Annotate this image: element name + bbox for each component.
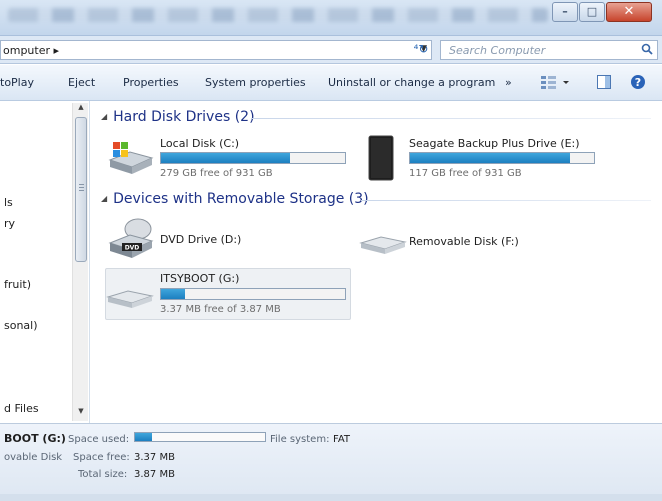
preview-pane-icon[interactable]	[596, 74, 612, 93]
nav-item[interactable]: sonal)	[4, 319, 38, 332]
file-system-label: File system:	[270, 434, 330, 445]
scroll-down-icon[interactable]: ▼	[73, 407, 89, 421]
grip-icon	[79, 184, 84, 193]
drive-usage-fill	[410, 153, 571, 163]
drive-usage-fill	[161, 153, 290, 163]
nav-item[interactable]: d Files	[4, 402, 39, 415]
removable-disk-icon	[106, 283, 154, 314]
hard-drive-windows-icon	[106, 140, 154, 181]
maximize-button[interactable]: □	[579, 2, 605, 22]
external-drive-icon	[367, 134, 395, 185]
scroll-thumb[interactable]	[75, 117, 87, 262]
drive-name: Removable Disk (F:)	[409, 235, 519, 248]
drive-usage-bar	[409, 152, 595, 164]
drive-dvd-d[interactable]: DVD DVD Drive (D:)	[106, 217, 346, 263]
details-pane: BOOT (G:) ovable Disk Space used: File s…	[0, 423, 662, 494]
group-divider	[251, 118, 651, 119]
nav-item[interactable]: fruit)	[4, 278, 31, 291]
svg-text:?: ?	[635, 76, 641, 89]
address-bar: omputer ▸ ▼ ⁴↻ Search Computer	[0, 36, 662, 64]
refresh-icon[interactable]: ⁴↻	[410, 42, 432, 60]
drive-itsyboot-g[interactable]: ITSYBOOT (G:) 3.37 MB free of 3.87 MB	[106, 269, 350, 319]
drive-name: Seagate Backup Plus Drive (E:)	[409, 137, 580, 150]
group-divider	[361, 200, 651, 201]
total-size-label: Total size:	[78, 469, 128, 480]
details-usage-bar	[134, 432, 266, 442]
help-icon[interactable]: ?	[630, 74, 646, 93]
nav-item[interactable]: ry	[4, 217, 15, 230]
system-properties-button[interactable]: System properties	[205, 76, 306, 89]
group-header-removable[interactable]: ◢ Devices with Removable Storage (3)	[101, 191, 369, 207]
drive-usage-fill	[161, 289, 185, 299]
view-options-icon[interactable]	[540, 74, 570, 93]
scroll-up-icon[interactable]: ▲	[73, 103, 89, 117]
drive-removable-f[interactable]: Removable Disk (F:)	[359, 225, 599, 261]
collapse-triangle-icon[interactable]: ◢	[101, 112, 107, 121]
details-drive-name: BOOT (G:)	[4, 432, 66, 445]
drive-usage-bar	[160, 152, 346, 164]
space-free-value: 3.37 MB	[134, 452, 175, 463]
search-input[interactable]: Search Computer	[440, 40, 658, 60]
minimize-button[interactable]: –	[552, 2, 578, 22]
drive-free-space: 117 GB free of 931 GB	[409, 168, 522, 179]
drives-view: ◢ Hard Disk Drives (2) Local Disk (C:) 27…	[91, 101, 662, 423]
blurred-taskbar-strip	[8, 8, 548, 22]
eject-button[interactable]: Eject	[68, 76, 95, 89]
title-bar: – □ ✕	[0, 0, 662, 36]
drive-usage-bar	[160, 288, 346, 300]
drive-free-space: 3.37 MB free of 3.87 MB	[160, 304, 281, 315]
address-field[interactable]: omputer ▸ ▼	[0, 40, 432, 60]
nav-item[interactable]: ls	[4, 196, 13, 209]
drive-name: DVD Drive (D:)	[160, 233, 242, 246]
nav-scrollbar[interactable]: ▲ ▼	[72, 103, 88, 421]
window-controls: – □ ✕	[551, 2, 652, 22]
total-size-value: 3.87 MB	[134, 469, 175, 480]
drive-name: ITSYBOOT (G:)	[160, 272, 240, 285]
uninstall-program-button[interactable]: Uninstall or change a program	[328, 76, 495, 89]
space-free-label: Space free:	[73, 452, 130, 463]
drive-local-c[interactable]: Local Disk (C:) 279 GB free of 931 GB	[106, 134, 356, 184]
autoplay-button[interactable]: toPlay	[0, 76, 34, 89]
search-icon[interactable]	[641, 43, 653, 58]
space-used-label: Space used:	[68, 434, 130, 445]
removable-disk-icon	[359, 229, 407, 260]
group-header-hard-disk[interactable]: ◢ Hard Disk Drives (2)	[101, 109, 255, 125]
more-commands-button[interactable]: »	[505, 76, 512, 89]
breadcrumb-computer[interactable]: omputer ▸	[3, 44, 59, 57]
details-usage-fill	[135, 433, 152, 441]
status-bar	[0, 494, 662, 501]
svg-text:DVD: DVD	[125, 245, 140, 252]
command-toolbar: toPlay Eject Properties System propertie…	[0, 65, 662, 101]
file-system-value: FAT	[333, 434, 351, 445]
dvd-drive-icon: DVD	[106, 217, 156, 264]
drive-name: Local Disk (C:)	[160, 137, 240, 150]
collapse-triangle-icon[interactable]: ◢	[101, 194, 107, 203]
details-drive-type: ovable Disk	[4, 452, 63, 463]
properties-button[interactable]: Properties	[123, 76, 179, 89]
drive-free-space: 279 GB free of 931 GB	[160, 168, 273, 179]
close-button[interactable]: ✕	[606, 2, 652, 22]
drive-seagate-e[interactable]: Seagate Backup Plus Drive (E:) 117 GB fr…	[359, 134, 659, 184]
